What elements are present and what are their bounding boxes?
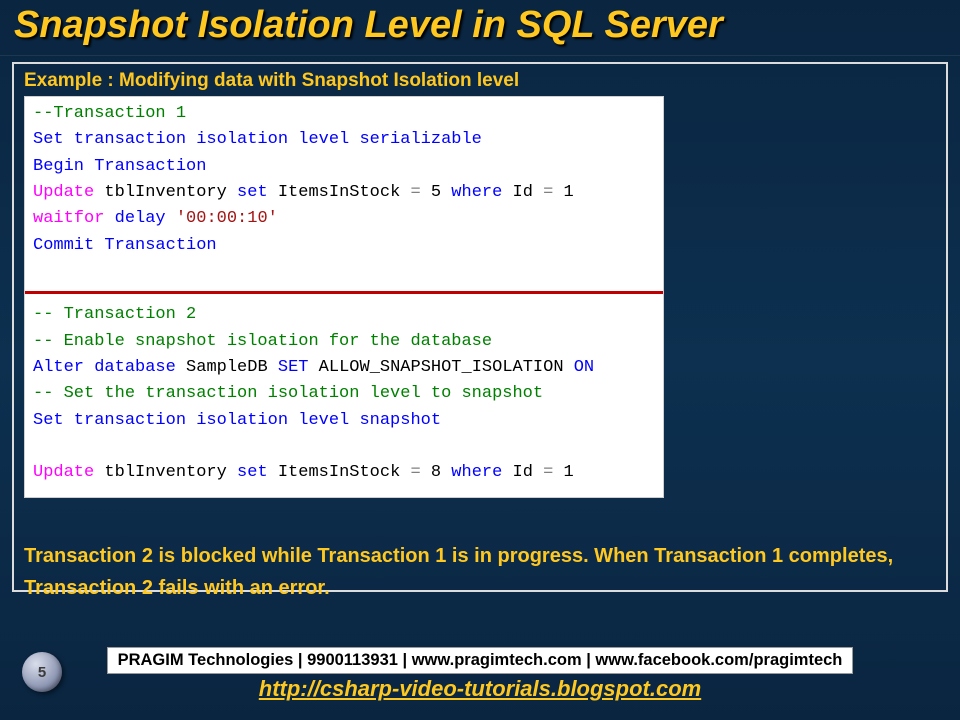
code-token: SET <box>278 358 309 377</box>
slide-title: Snapshot Isolation Level in SQL Server <box>0 0 960 56</box>
explanation-text: Transaction 2 is blocked while Transacti… <box>24 540 936 604</box>
code-token: Id <box>502 183 543 202</box>
code-token: 1 <box>553 183 573 202</box>
example-heading: Example : Modifying data with Snapshot I… <box>24 70 936 92</box>
code-token: tblInventory <box>94 183 237 202</box>
footer-bar: PRAGIM Technologies | 9900113931 | www.p… <box>107 647 854 674</box>
code-token: Set transaction isolation level <box>33 130 359 149</box>
code-token: ItemsInStock <box>268 183 411 202</box>
code-token: Update <box>33 183 94 202</box>
code-divider <box>25 291 663 294</box>
code-token: Commit <box>33 236 94 255</box>
code-token: = <box>543 183 553 202</box>
code-token: database <box>84 358 176 377</box>
code-token: ALLOW_SNAPSHOT_ISOLATION <box>308 358 573 377</box>
footer-link[interactable]: http://csharp-video-tutorials.blogspot.c… <box>0 676 960 702</box>
code-token: Set transaction isolation level <box>33 411 359 430</box>
content-box: Example : Modifying data with Snapshot I… <box>12 62 948 592</box>
code-token: 1 <box>553 463 573 482</box>
code-token: ItemsInStock <box>268 463 411 482</box>
code-token: = <box>410 463 420 482</box>
code-token: 8 <box>421 463 452 482</box>
code-token: tblInventory <box>94 463 237 482</box>
code-token: ON <box>574 358 594 377</box>
code-token: Begin <box>33 157 84 176</box>
code-comment: -- Transaction 2 <box>33 305 196 324</box>
code-comment: --Transaction 1 <box>33 104 186 123</box>
code-token: Transaction <box>94 236 216 255</box>
code-token: SampleDB <box>176 358 278 377</box>
code-token: delay <box>104 209 175 228</box>
code-comment: -- Set the transaction isolation level t… <box>33 384 543 403</box>
code-token: set <box>237 183 268 202</box>
code-token: '00:00:10' <box>176 209 278 228</box>
code-token: Id <box>502 463 543 482</box>
code-token: Update <box>33 463 94 482</box>
code-token: Alter <box>33 358 84 377</box>
code-token: snapshot <box>359 411 441 430</box>
footer: PRAGIM Technologies | 9900113931 | www.p… <box>0 647 960 702</box>
code-comment: -- Enable snapshot isloation for the dat… <box>33 332 492 351</box>
code-token: serializable <box>359 130 481 149</box>
code-token: where <box>451 463 502 482</box>
code-token: = <box>410 183 420 202</box>
code-token: Transaction <box>84 157 206 176</box>
code-token: where <box>451 183 502 202</box>
code-token: waitfor <box>33 209 104 228</box>
code-block: --Transaction 1 Set transaction isolatio… <box>24 96 664 498</box>
code-token: set <box>237 463 268 482</box>
code-token: 5 <box>421 183 452 202</box>
code-token: = <box>543 463 553 482</box>
